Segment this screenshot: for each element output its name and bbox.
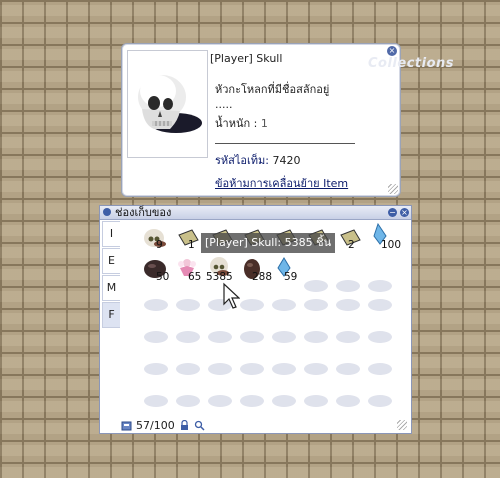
item-id-label: รหัสไอเท็ม: (215, 154, 269, 167)
separator (215, 143, 355, 144)
empty-slot[interactable] (304, 299, 328, 311)
empty-slot[interactable] (368, 280, 392, 292)
resize-grip-icon[interactable] (397, 420, 407, 430)
item-quantity: 288 (252, 271, 273, 283)
tab-misc[interactable]: M (102, 275, 120, 301)
weight-label: น้ำหนัก : (215, 117, 258, 130)
item-id: รหัสไอเท็ม: 7420 (215, 151, 300, 169)
tab-favorite[interactable]: F (102, 302, 120, 328)
skull-item-icon (144, 229, 166, 247)
empty-slot[interactable] (144, 299, 168, 311)
empty-slot[interactable] (176, 395, 200, 407)
empty-slot[interactable] (304, 331, 328, 343)
close-icon[interactable]: × (387, 46, 397, 56)
empty-slot[interactable] (240, 299, 264, 311)
item-quantity: 9 (156, 239, 163, 251)
slot-row (126, 331, 404, 361)
empty-slot[interactable] (304, 280, 328, 292)
item-description-window: Collections × [Player] Skull หัวกะโหลกที… (121, 43, 454, 197)
close-icon[interactable]: × (400, 208, 409, 217)
empty-slot[interactable] (368, 331, 392, 343)
empty-slot[interactable] (208, 363, 232, 375)
inventory-icon (103, 208, 111, 216)
empty-slot[interactable] (208, 395, 232, 407)
empty-slot[interactable] (176, 363, 200, 375)
empty-slot[interactable] (304, 395, 328, 407)
minimize-icon[interactable]: − (388, 208, 397, 217)
inventory-footer: 57/100 (121, 418, 205, 432)
item-quantity: 59 (284, 271, 298, 283)
slot-row (126, 299, 404, 329)
item-skull[interactable] (142, 226, 168, 252)
empty-slot[interactable] (336, 280, 360, 292)
item-description-line2: ..... (215, 98, 233, 111)
empty-slot[interactable] (176, 331, 200, 343)
restriction-link[interactable]: ข้อห้ามการเคลื่อนย้าย Item (215, 174, 348, 192)
item-quantity: 2 (348, 239, 355, 251)
item-description-line1: หัวกะโหลกที่มีชื่อสลักอยู่ (215, 83, 330, 96)
inventory-title: ช่องเก็บของ (115, 206, 172, 219)
empty-slot[interactable] (336, 331, 360, 343)
empty-slot[interactable] (240, 331, 264, 343)
tab-item[interactable]: I (102, 221, 120, 247)
empty-slot[interactable] (240, 395, 264, 407)
empty-slot[interactable] (336, 299, 360, 311)
empty-slot[interactable] (272, 395, 296, 407)
lock-icon[interactable] (179, 419, 190, 431)
bag-icon (121, 421, 132, 430)
empty-slot[interactable] (144, 395, 168, 407)
tab-equip[interactable]: E (102, 248, 120, 274)
resize-grip-icon[interactable] (388, 184, 398, 194)
empty-slot[interactable] (240, 363, 264, 375)
item-name: [Player] Skull (210, 52, 283, 65)
inventory-tabs: I E M F (102, 221, 120, 329)
empty-slot[interactable] (272, 331, 296, 343)
empty-slot[interactable] (304, 363, 328, 375)
item-weight: น้ำหนัก : 1 (215, 114, 268, 132)
inventory-titlebar[interactable]: ช่องเก็บของ − × (100, 206, 411, 220)
item-quantity: 65 (188, 271, 202, 283)
mouse-cursor-icon (223, 282, 240, 309)
item-quantity: 50 (156, 271, 170, 283)
item-quantity: 1 (188, 239, 195, 251)
skull-illustration (138, 75, 202, 133)
search-icon[interactable] (194, 420, 205, 431)
empty-slot[interactable] (336, 363, 360, 375)
inventory-capacity: 57/100 (136, 418, 175, 432)
empty-slot[interactable] (272, 299, 296, 311)
item-id-value: 7420 (272, 154, 301, 167)
empty-slot[interactable] (272, 363, 296, 375)
empty-slot[interactable] (208, 331, 232, 343)
empty-slot[interactable] (368, 395, 392, 407)
item-image-frame (127, 50, 208, 158)
empty-slot[interactable] (144, 331, 168, 343)
empty-slot[interactable] (368, 299, 392, 311)
empty-slot[interactable] (368, 363, 392, 375)
item-tooltip: [Player] Skull: 5385 ชิ้น (201, 233, 336, 253)
empty-slot[interactable] (336, 395, 360, 407)
weight-value: 1 (260, 117, 268, 130)
empty-slot[interactable] (144, 363, 168, 375)
watermark-text: Collections (368, 56, 455, 71)
slot-row (126, 363, 404, 393)
empty-slot[interactable] (176, 299, 200, 311)
item-quantity: 100 (381, 239, 402, 251)
